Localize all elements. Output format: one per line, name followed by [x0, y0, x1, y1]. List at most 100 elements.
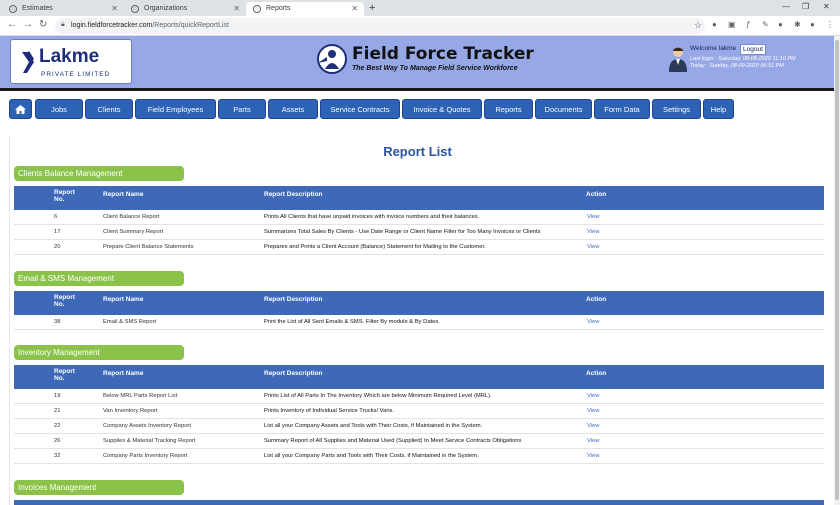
report-name: Company Assets Inventory Report	[103, 423, 191, 429]
report-desc: Print the List of All Sent Emails & SMS.…	[264, 319, 440, 325]
report-name: Below MRL Parts Report List	[103, 393, 178, 399]
nav-form-data[interactable]: Form Data	[594, 99, 650, 119]
report-no: 26	[54, 438, 61, 444]
close-icon[interactable]: ✕	[351, 4, 358, 13]
site-header: Lakme PRIVATE LIMITED Field Force Tracke…	[0, 36, 834, 88]
report-name: Client Summary Report	[103, 229, 164, 235]
formula-extension-icon[interactable]: ƒ	[746, 20, 750, 29]
menu-icon[interactable]: ⋮	[826, 20, 834, 29]
lakme-logo-icon	[22, 51, 34, 73]
pin-icon[interactable]: ●	[778, 20, 783, 29]
nav-settings[interactable]: Settings	[652, 99, 701, 119]
new-tab-button[interactable]: +	[369, 2, 375, 14]
view-link[interactable]: View	[587, 423, 599, 429]
forward-icon[interactable]: →	[23, 19, 33, 30]
col-report-no: Report No.	[54, 189, 75, 203]
url-path: /Reports/quickReportList	[152, 22, 229, 29]
profile-icon[interactable]: ●	[810, 20, 815, 29]
report-desc: Summarizes Total Sales By Clients - Use …	[264, 229, 541, 235]
report-no: 38	[54, 319, 61, 325]
table-row: 22 Company Assets Inventory Report List …	[14, 419, 824, 434]
home-icon	[15, 105, 26, 114]
reload-icon[interactable]: ↻	[39, 19, 47, 30]
browser-tab-estimates[interactable]: ◌ Estimates ✕	[2, 2, 124, 16]
minimize-icon[interactable]: —	[782, 2, 790, 11]
nav-reports[interactable]: Reports	[484, 99, 533, 119]
nav-invoice-quotes[interactable]: Invoice & Quotes	[402, 99, 482, 119]
welcome-text: Welcome lakme	[690, 45, 737, 52]
report-no: 21	[54, 408, 61, 414]
eyedropper-icon[interactable]: ✎	[762, 20, 769, 29]
brand-tagline: The Best Way To Manage Field Service Wor…	[352, 65, 518, 72]
view-link[interactable]: View	[587, 229, 599, 235]
browser-tab-label: Organizations	[144, 5, 188, 12]
section-header-clients-balance: Clients Balance Management	[14, 166, 184, 181]
table-header	[14, 500, 824, 505]
section-header-email-sms: Email & SMS Management	[14, 271, 184, 286]
col-report-desc: Report Description	[264, 191, 323, 198]
nav-parts[interactable]: Parts	[218, 99, 266, 119]
globe-icon: ◌	[253, 5, 261, 13]
nav-clients[interactable]: Clients	[85, 99, 133, 119]
close-icon[interactable]: ✕	[111, 4, 118, 13]
logout-link[interactable]: Logout	[740, 44, 766, 55]
maximize-icon[interactable]: ❐	[802, 2, 809, 11]
col-action: Action	[586, 370, 607, 377]
nav-documents[interactable]: Documents	[535, 99, 592, 119]
report-desc: Prints Inventory of Individual Service T…	[264, 408, 395, 414]
back-icon[interactable]: ←	[7, 19, 17, 30]
nav-assets[interactable]: Assets	[268, 99, 318, 119]
report-name: Supplies & Material Tracking Report	[103, 438, 196, 444]
report-name: Email & SMS Report	[103, 319, 157, 325]
extension-badge-icon[interactable]: ▣	[728, 20, 736, 29]
table-header: Report No. Report Name Report Descriptio…	[14, 365, 824, 389]
report-desc: Prepares and Prints a Client Account (Ba…	[264, 244, 486, 250]
report-no: 20	[54, 244, 61, 250]
address-bar[interactable]: 🔒︎ login.fieldforcetracker.com/Reports/q…	[55, 18, 705, 34]
view-link[interactable]: View	[587, 214, 599, 220]
puzzle-icon[interactable]: ✱	[794, 20, 801, 29]
table-row: 26 Supplies & Material Tracking Report S…	[14, 434, 824, 449]
view-link[interactable]: View	[587, 244, 599, 250]
browser-tab-reports[interactable]: ◌ Reports ✕	[246, 2, 364, 16]
table-header: Report No. Report Name Report Descriptio…	[14, 186, 824, 210]
report-no: 22	[54, 423, 61, 429]
company-logo[interactable]: Lakme PRIVATE LIMITED	[10, 39, 132, 84]
browser-tab-label: Reports	[266, 5, 291, 12]
page-title: Report List	[383, 144, 452, 159]
bookmark-star-icon[interactable]: ☆	[694, 20, 702, 31]
user-avatar-icon	[669, 47, 687, 72]
logo-name: Lakme	[39, 46, 100, 67]
browser-tab-organizations[interactable]: ◌ Organizations ✕	[124, 2, 246, 16]
extension-circle-icon[interactable]: ●	[712, 20, 717, 29]
close-icon[interactable]: ✕	[233, 4, 240, 13]
table-row: 6 Client Balance Report Prints All Clien…	[14, 210, 824, 225]
close-window-icon[interactable]: ✕	[823, 2, 830, 11]
nav-service-contracts[interactable]: Service Contracts	[320, 99, 400, 119]
report-name: Van Inventory Report	[103, 408, 158, 414]
col-action: Action	[586, 191, 607, 198]
today-text: Today : Sunday, 08-09-2020 06:51 PM	[690, 63, 784, 69]
table-row: 32 Company Parts Inventory Report List a…	[14, 449, 824, 464]
report-list-panel: Report List Clients Balance Management R…	[9, 137, 824, 505]
report-desc: Prints All Clients that have unpaid invo…	[264, 214, 480, 220]
report-no: 6	[54, 214, 58, 220]
view-link[interactable]: View	[587, 319, 599, 325]
nav-field-employees[interactable]: Field Employees	[135, 99, 216, 119]
nav-help[interactable]: Help	[703, 99, 734, 119]
view-link[interactable]: View	[587, 393, 599, 399]
table-row: 21 Van Inventory Report Prints Inventory…	[14, 404, 824, 419]
report-name: Company Parts Inventory Report	[103, 453, 188, 459]
scrollbar-thumb[interactable]	[835, 40, 839, 500]
nav-jobs[interactable]: Jobs	[35, 99, 83, 119]
report-name: Prepare Client Balance Statements	[103, 244, 194, 250]
report-desc: List all your Company Parts and Tools wi…	[264, 453, 479, 459]
view-link[interactable]: View	[587, 438, 599, 444]
nav-home[interactable]	[9, 99, 32, 119]
view-link[interactable]: View	[587, 453, 599, 459]
globe-icon: ◌	[9, 5, 17, 13]
col-report-name: Report Name	[103, 191, 144, 198]
view-link[interactable]: View	[587, 408, 599, 414]
page-scrollbar[interactable]	[834, 36, 840, 505]
report-no: 32	[54, 453, 61, 459]
